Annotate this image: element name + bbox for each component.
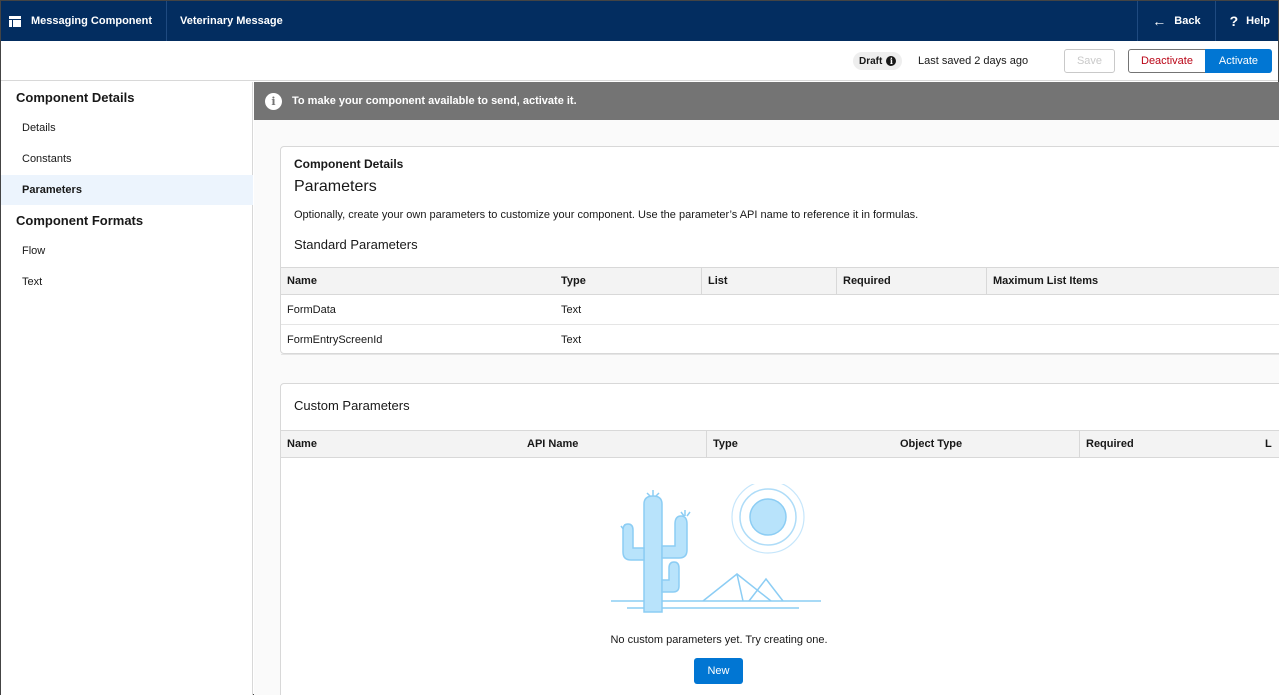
- page-title: Parameters: [294, 178, 377, 195]
- status-badge: Draft i: [853, 52, 903, 70]
- card-description: Optionally, create your own parameters t…: [294, 209, 919, 221]
- desert-illustration: [611, 484, 821, 613]
- sidebar-heading-details: Component Details: [16, 90, 135, 105]
- status-bar: Draft i Last saved 2 days ago Save Deact…: [1, 41, 1278, 81]
- app-launcher[interactable]: Messaging Component: [1, 1, 168, 41]
- standard-table-header: Name Type List Required Maximum List Ite…: [281, 267, 1279, 295]
- column-header-name[interactable]: Name: [281, 268, 555, 294]
- activation-banner: i To make your component available to se…: [254, 82, 1279, 120]
- new-parameter-button[interactable]: New: [694, 658, 743, 684]
- column-header-name[interactable]: Name: [281, 431, 521, 457]
- standard-parameters-heading: Standard Parameters: [294, 237, 418, 252]
- sidebar-item-text[interactable]: Text: [1, 267, 253, 297]
- sidebar-item-parameters[interactable]: Parameters: [1, 175, 253, 205]
- column-header-required[interactable]: Required: [1079, 431, 1259, 457]
- cell-name: FormEntryScreenId: [287, 333, 383, 346]
- help-button[interactable]: ? Help: [1214, 1, 1278, 41]
- column-header-list[interactable]: List: [701, 268, 836, 294]
- record-name: Veterinary Message: [180, 15, 283, 27]
- sidebar-item-flow[interactable]: Flow: [1, 236, 253, 266]
- custom-table-header: Name API Name Type Object Type Required …: [281, 430, 1279, 458]
- column-header-type[interactable]: Type: [706, 431, 894, 457]
- main-content: i To make your component available to se…: [254, 82, 1279, 695]
- sidebar: Component Details Details Constants Para…: [1, 82, 253, 695]
- custom-parameters-card: Custom Parameters Name API Name Type Obj…: [280, 383, 1279, 695]
- sidebar-item-constants[interactable]: Constants: [1, 144, 253, 174]
- app-name: Messaging Component: [31, 15, 153, 27]
- last-saved-text: Last saved 2 days ago: [918, 55, 1029, 67]
- sidebar-item-details[interactable]: Details: [1, 113, 253, 143]
- custom-parameters-heading: Custom Parameters: [294, 398, 410, 413]
- cell-name: FormData: [287, 303, 336, 316]
- column-header-max-list-items[interactable]: Maximum List Items: [986, 268, 1279, 294]
- banner-text: To make your component available to send…: [292, 95, 577, 107]
- empty-state-text: No custom parameters yet. Try creating o…: [610, 634, 828, 646]
- help-label: Help: [1246, 15, 1270, 27]
- question-icon: ?: [1229, 13, 1239, 29]
- column-header-required[interactable]: Required: [836, 268, 986, 294]
- cell-type: Text: [561, 303, 582, 316]
- global-header: Messaging Component Veterinary Message ←…: [1, 1, 1278, 41]
- table-row: FormEntryScreenId Text: [281, 325, 1279, 355]
- status-badge-label: Draft: [859, 55, 883, 67]
- card-eyebrow: Component Details: [294, 157, 404, 171]
- column-header-truncated[interactable]: L: [1259, 431, 1279, 457]
- info-icon[interactable]: i: [886, 56, 897, 66]
- activate-button[interactable]: Activate: [1205, 49, 1272, 73]
- deactivate-button[interactable]: Deactivate: [1128, 49, 1206, 73]
- sidebar-heading-formats: Component Formats: [16, 213, 144, 228]
- column-header-type[interactable]: Type: [555, 268, 701, 294]
- info-icon: i: [265, 92, 282, 110]
- table-row: FormData Text: [281, 295, 1279, 325]
- arrow-left-icon: ←: [1152, 13, 1167, 29]
- column-header-api-name[interactable]: API Name: [521, 431, 706, 457]
- standard-parameters-card: Component Details Parameters Optionally,…: [280, 146, 1279, 355]
- back-label: Back: [1174, 15, 1201, 27]
- save-button[interactable]: Save: [1064, 49, 1115, 73]
- cell-type: Text: [561, 333, 582, 346]
- back-button[interactable]: ← Back: [1137, 1, 1214, 41]
- column-header-object-type[interactable]: Object Type: [894, 431, 1079, 457]
- app-window-icon: [9, 15, 21, 27]
